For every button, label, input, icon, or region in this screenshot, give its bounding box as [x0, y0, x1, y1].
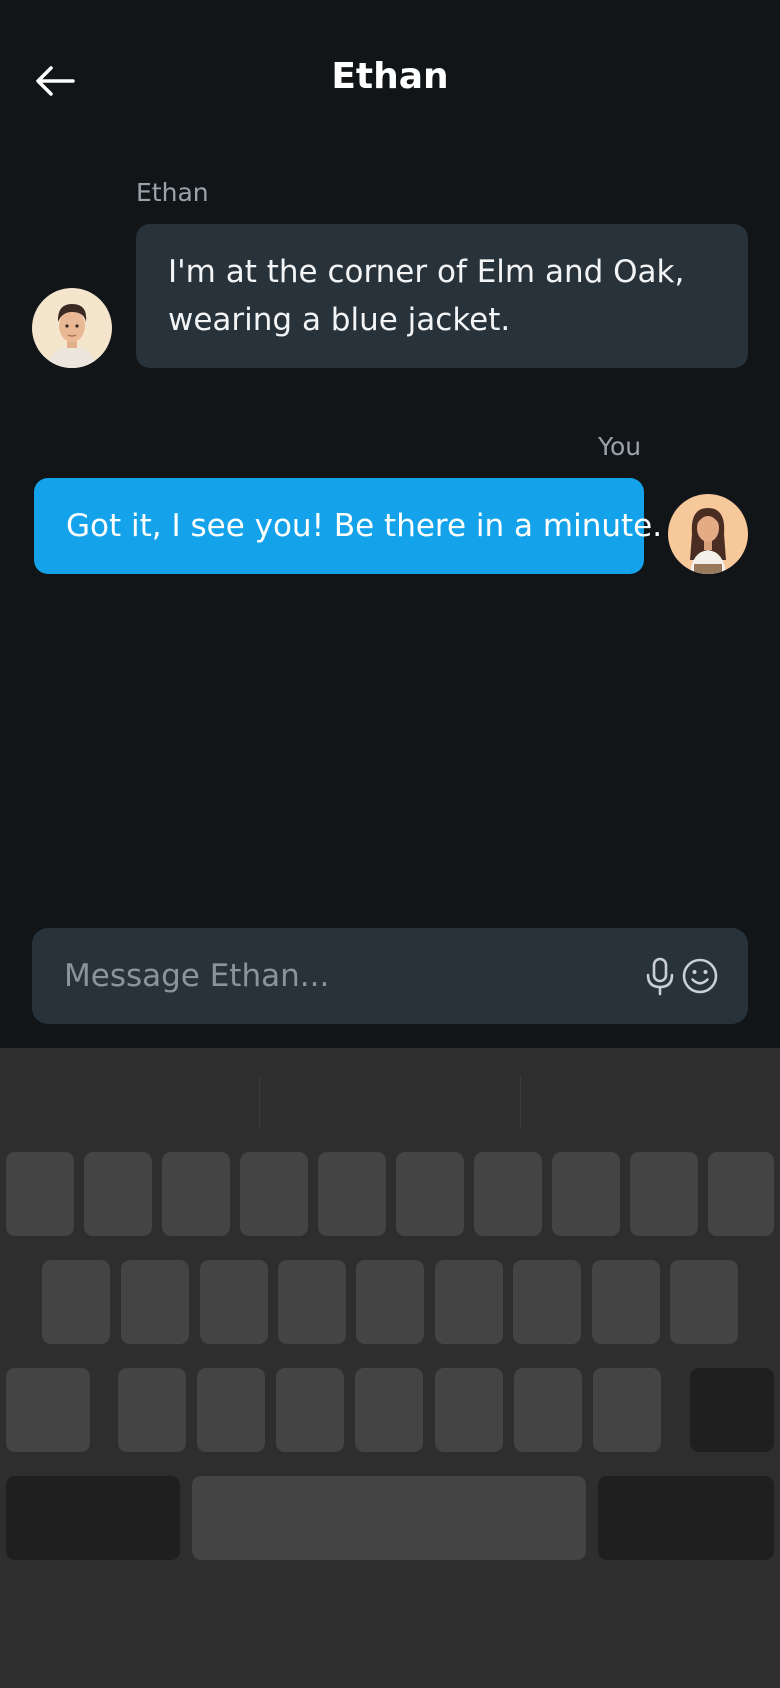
- symbols-key[interactable]: [6, 1476, 180, 1560]
- keyboard-key[interactable]: [355, 1368, 423, 1452]
- female-avatar[interactable]: [668, 494, 748, 574]
- keyboard-key[interactable]: [200, 1260, 268, 1344]
- suggestion-divider: [520, 1076, 521, 1128]
- message-line: I'm at the corner of Elm and Oak,: [168, 254, 685, 290]
- keyboard-key[interactable]: [118, 1368, 186, 1452]
- sender-label-ethan: Ethan: [136, 178, 209, 207]
- keyboard-key[interactable]: [197, 1368, 265, 1452]
- sender-label-you: You: [598, 432, 642, 461]
- page-title: Ethan: [331, 56, 449, 97]
- keyboard-key[interactable]: [396, 1152, 464, 1236]
- keyboard-key[interactable]: [240, 1152, 308, 1236]
- keyboard-key[interactable]: [670, 1260, 738, 1344]
- keyboard-key[interactable]: [121, 1260, 189, 1344]
- keyboard-key[interactable]: [276, 1368, 344, 1452]
- male-avatar[interactable]: [32, 288, 112, 368]
- keyboard-key[interactable]: [356, 1260, 424, 1344]
- return-key[interactable]: [598, 1476, 774, 1560]
- keyboard-key[interactable]: [318, 1152, 386, 1236]
- message-input[interactable]: [64, 928, 584, 1024]
- incoming-message-bubble: I'm at the corner of Elm and Oak, wearin…: [136, 224, 748, 368]
- keyboard-key[interactable]: [435, 1368, 503, 1452]
- keyboard-key[interactable]: [162, 1152, 230, 1236]
- smiley-icon: [682, 958, 718, 994]
- message-composer: [32, 928, 748, 1024]
- microphone-icon: [646, 957, 674, 996]
- keyboard-key[interactable]: [435, 1260, 503, 1344]
- keyboard-key[interactable]: [474, 1152, 542, 1236]
- keyboard-key[interactable]: [552, 1152, 620, 1236]
- message-line: wearing a blue jacket.: [168, 302, 511, 338]
- keyboard-key[interactable]: [593, 1368, 661, 1452]
- keyboard-key[interactable]: [6, 1152, 74, 1236]
- space-key[interactable]: [192, 1476, 586, 1560]
- backspace-key[interactable]: [690, 1368, 774, 1452]
- keyboard-key[interactable]: [513, 1260, 581, 1344]
- keyboard-key[interactable]: [514, 1368, 582, 1452]
- emoji-button[interactable]: [676, 952, 724, 1000]
- keyboard-key[interactable]: [630, 1152, 698, 1236]
- keyboard-key[interactable]: [84, 1152, 152, 1236]
- keyboard-key[interactable]: [708, 1152, 774, 1236]
- keyboard-key[interactable]: [278, 1260, 346, 1344]
- shift-key[interactable]: [6, 1368, 90, 1452]
- outgoing-message-bubble: Got it, I see you! Be there in a minute.: [34, 478, 662, 574]
- chat-header: Ethan: [0, 0, 780, 160]
- keyboard-key[interactable]: [42, 1260, 110, 1344]
- on-screen-keyboard: [0, 1048, 780, 1688]
- suggestion-divider: [259, 1076, 260, 1128]
- keyboard-key[interactable]: [592, 1260, 660, 1344]
